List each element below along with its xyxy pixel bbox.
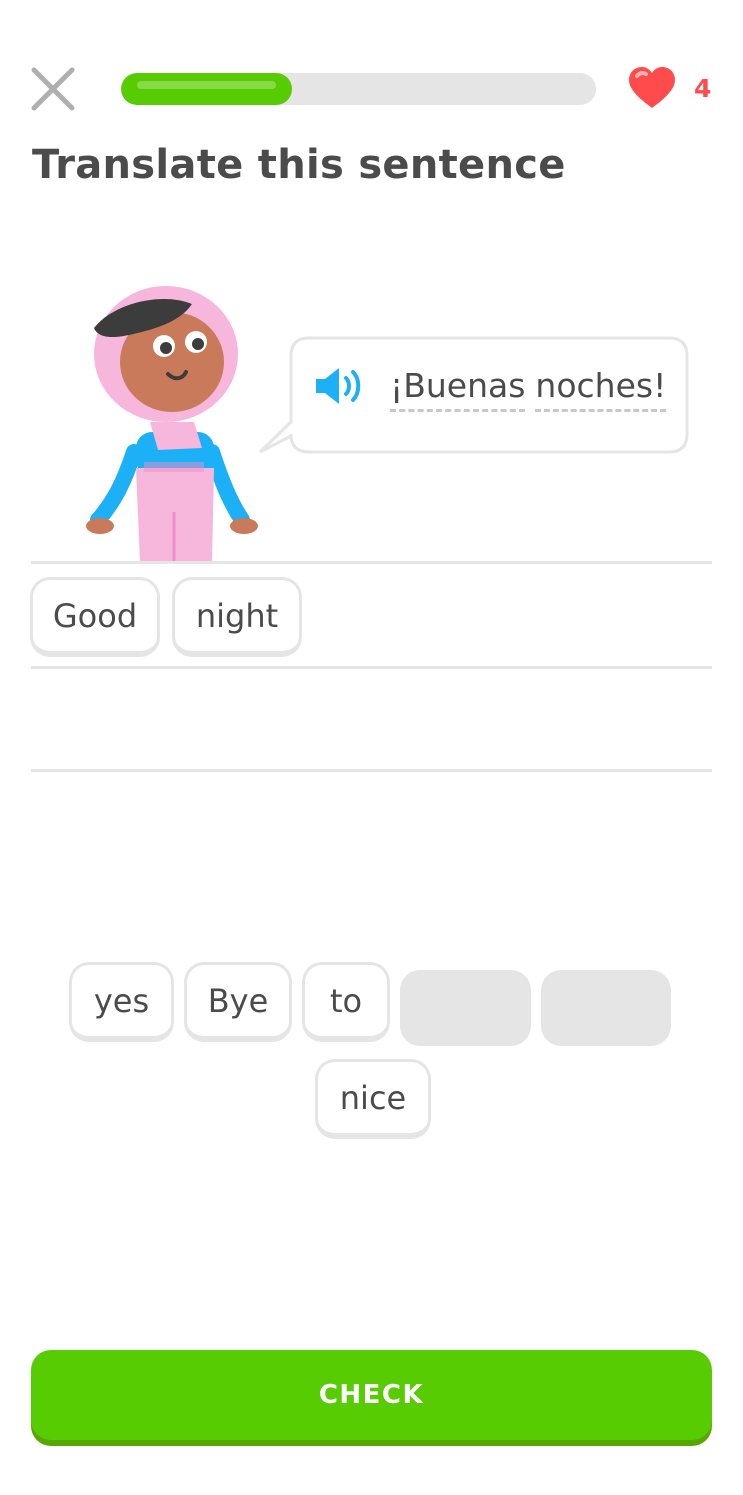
answer-area: Good night	[30, 577, 302, 657]
word-bank-row: nice	[315, 1059, 431, 1139]
answer-line-middle	[31, 666, 712, 669]
prompt-phrase: ¡Buenas noches!	[390, 366, 667, 412]
progress-shine	[137, 81, 276, 89]
prompt-word[interactable]: ¡Buenas	[390, 366, 526, 412]
hearts-count: 4	[694, 73, 712, 103]
answer-line-bottom	[31, 769, 712, 772]
speaker-button[interactable]	[313, 364, 369, 412]
word-chip-yes[interactable]: yes	[69, 962, 174, 1042]
speech-bubble: ¡Buenas noches!	[258, 336, 689, 454]
word-bank-row: yes Bye to	[69, 962, 671, 1046]
speaker-icon	[316, 368, 361, 404]
close-icon	[31, 67, 75, 111]
answer-chip-night[interactable]: night	[172, 577, 302, 657]
close-button[interactable]	[28, 64, 78, 114]
word-chip-to[interactable]: to	[302, 962, 390, 1042]
prompt-word[interactable]: noches!	[535, 366, 667, 412]
character-illustration	[84, 282, 264, 566]
progress-bar	[121, 73, 596, 105]
answer-line-top	[31, 561, 712, 564]
word-chip-bye[interactable]: Bye	[184, 962, 292, 1042]
hearts-counter[interactable]: 4	[626, 66, 711, 110]
used-word-slot	[400, 970, 531, 1046]
used-word-slot	[541, 970, 671, 1046]
progress-fill	[121, 73, 292, 105]
answer-chip-good[interactable]: Good	[30, 577, 160, 657]
check-button[interactable]: CHECK	[31, 1350, 712, 1440]
word-chip-nice[interactable]: nice	[315, 1059, 431, 1139]
heart-icon	[629, 67, 675, 108]
page-title: Translate this sentence	[32, 142, 566, 188]
